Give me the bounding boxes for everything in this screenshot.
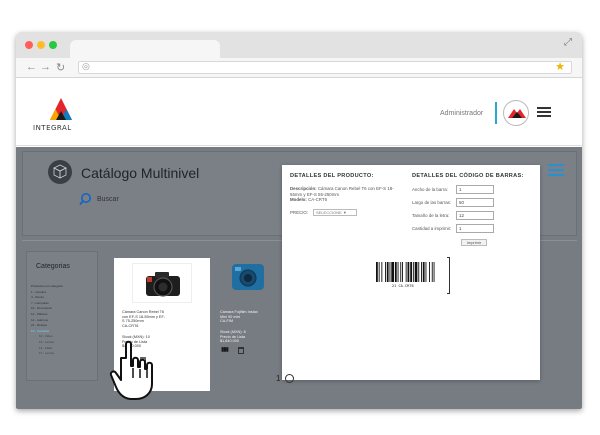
search-icon[interactable] [78, 192, 92, 206]
user-label[interactable]: Administrador [440, 110, 483, 117]
sidebar-item[interactable]: 10 - Video [39, 334, 53, 338]
barcode-details-heading: DETALLES DEL CÓDIGO DE BARRAS: [412, 173, 524, 179]
sidebar-item[interactable]: 12 - Platicos [31, 312, 48, 316]
sidebar-item[interactable]: 17 - Lentes [39, 351, 54, 355]
page-indicator-icon[interactable] [285, 374, 294, 383]
product-description: Descripción: Cámara Canon Rebel T6 con E… [290, 186, 394, 203]
product-image [132, 263, 192, 303]
print-button[interactable]: Imprimir [461, 239, 487, 246]
sidebar-item[interactable]: 13 - Camaras [31, 329, 49, 333]
sidebar-item[interactable]: 13 - Lentes [39, 340, 54, 344]
reload-icon[interactable]: ↻ [56, 61, 65, 74]
quantity-field[interactable]: 1 [456, 224, 494, 233]
sidebar-item[interactable]: 10 - Decoracion [31, 306, 52, 310]
hamburger-menu-icon[interactable] [537, 107, 551, 118]
sidebar-item[interactable]: 14 - Flash [39, 346, 52, 350]
instax-camera-icon [232, 264, 264, 290]
page-number[interactable]: 1 [276, 374, 280, 383]
product-card[interactable]: Cámara Fujifilm Instax Mini 90 mini CA-F… [214, 258, 284, 358]
sidebar-item[interactable]: 21 - Relojes [31, 323, 47, 327]
bookmark-star-icon[interactable]: ★ [555, 60, 565, 73]
fullscreen-icon[interactable]: ⤢ [564, 37, 572, 48]
barcode-bracket [447, 257, 450, 294]
maximize-dot-icon[interactable] [49, 41, 57, 49]
category-sidebar: Categorias Productos por categoria 1 - Ca… [26, 251, 98, 381]
product-stock: Stock (MXN): 8 Precio de Lista $1,840.00… [220, 330, 246, 344]
barcode-modal: DETALLES DEL PRODUCTO: Descripción: Cáma… [282, 165, 540, 380]
camera-image-icon [146, 272, 180, 297]
page-title: Catálogo Multinivel [81, 165, 200, 181]
sidebar-title: Categorias [36, 263, 70, 270]
bar-height-label: Largo de las barras: [412, 200, 452, 205]
price-select[interactable]: SELECCIONE ▼ [313, 209, 357, 216]
search-input[interactable]: Buscar [97, 196, 119, 203]
address-bar: ← → ↻ ◎ ★ [16, 58, 582, 78]
bar-height-field[interactable]: 50 [456, 198, 494, 207]
product-name: Cámara Fujifilm Instax Mini 90 mini CA-F… [220, 310, 258, 324]
catalog-box-icon [48, 160, 72, 184]
quantity-label: Cantidad a imprimir: [412, 226, 452, 231]
logo-text: INTEGRAL [33, 124, 72, 132]
hand-cursor-icon [109, 340, 153, 400]
price-label: PRECIO: [290, 210, 309, 215]
brand-avatar-icon [508, 109, 526, 118]
bar-width-field[interactable]: 1 [456, 185, 494, 194]
header-divider [495, 102, 497, 124]
forward-icon[interactable]: → [40, 61, 51, 73]
sidebar-item[interactable]: 14 - Adornos [31, 318, 48, 322]
barcode-icon[interactable]: ▮▮▮ [221, 346, 229, 353]
url-field[interactable]: ◎ ★ [78, 61, 572, 74]
product-name: Cámara Canon Rebel T6 con EF-S 18-55mm y… [122, 310, 166, 329]
browser-titlebar: ⤢ [16, 32, 582, 58]
back-icon[interactable]: ← [26, 61, 37, 73]
product-details-heading: DETALLES DEL PRODUCTO: [290, 173, 374, 179]
avatar[interactable] [503, 100, 529, 126]
minimize-dot-icon[interactable] [37, 41, 45, 49]
browser-tab[interactable] [70, 40, 220, 58]
close-dot-icon[interactable] [25, 41, 33, 49]
site-header: INTEGRAL Administrador [16, 78, 582, 146]
sidebar-item[interactable]: Productos por categoria [31, 284, 63, 288]
barcode-text: 21 CA-CRT6 [392, 284, 414, 288]
sidebar-item[interactable]: 7 - Lamparas [31, 301, 49, 305]
catalog-menu-icon[interactable] [548, 164, 564, 176]
trash-icon[interactable] [238, 347, 244, 354]
font-size-field[interactable]: 12 [456, 211, 494, 220]
sidebar-item[interactable]: 1 - Camara [31, 290, 46, 294]
bar-width-label: Ancho de la barra: [412, 187, 448, 192]
font-size-label: Tamaño de la letra: [412, 213, 450, 218]
page-icon: ◎ [82, 61, 90, 71]
sidebar-item[interactable]: 4 - Rocas [31, 295, 44, 299]
